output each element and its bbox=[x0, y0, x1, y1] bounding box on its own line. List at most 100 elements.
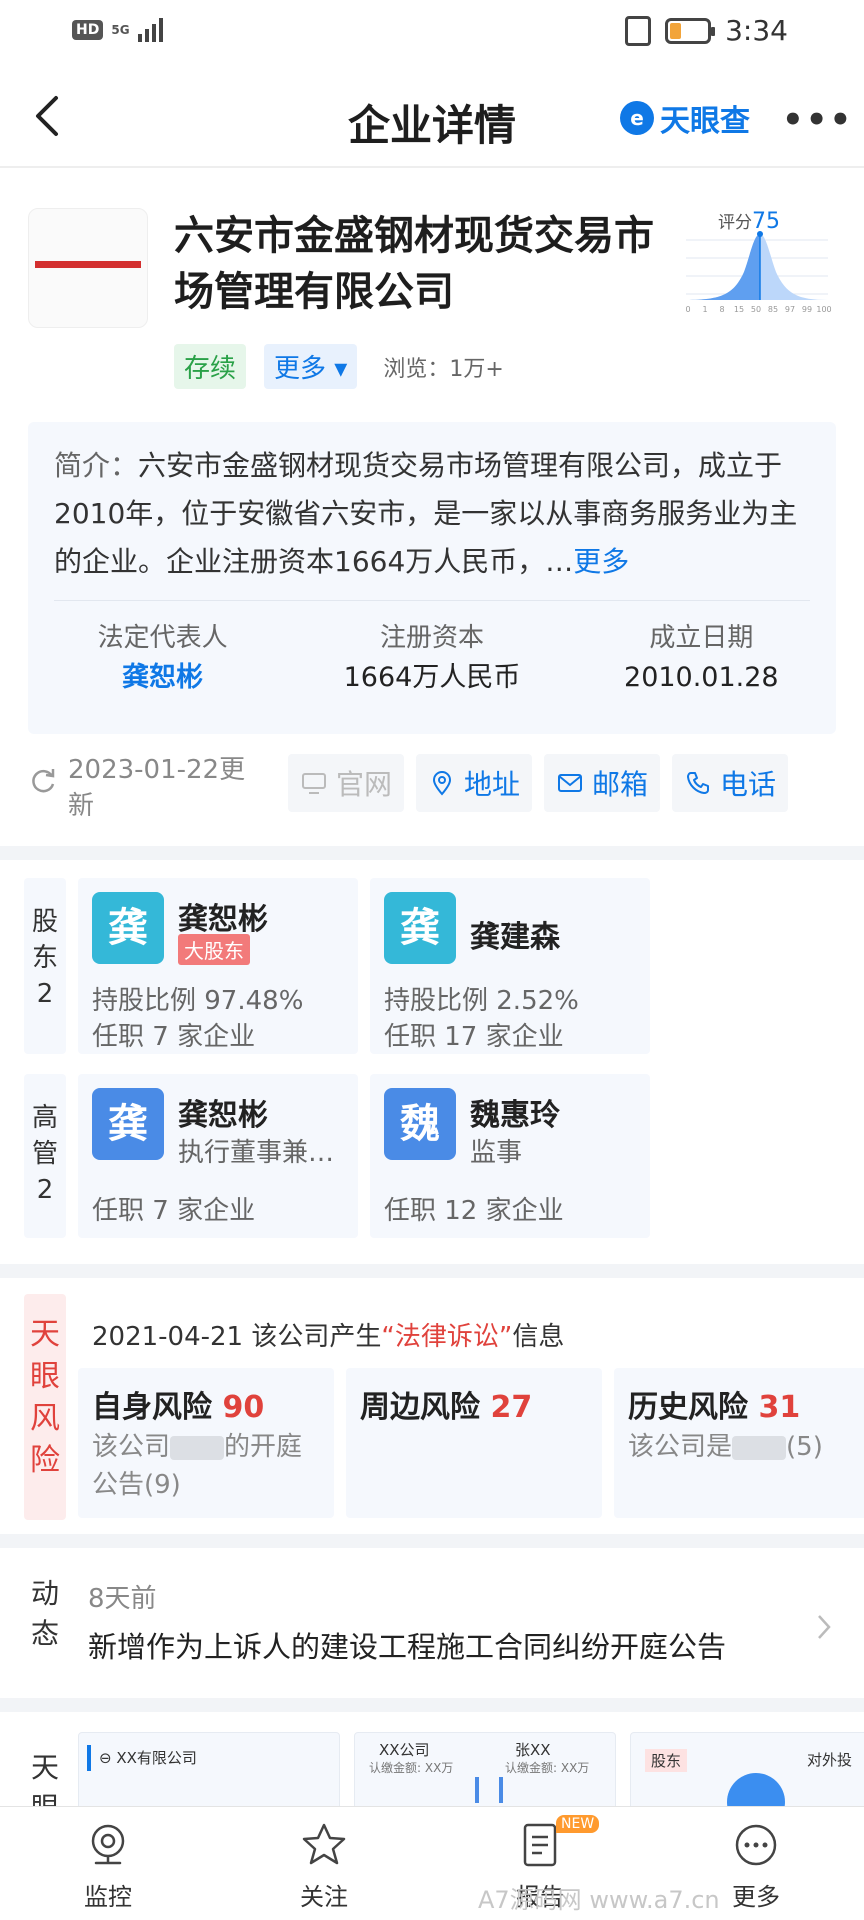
graph-label: 天眼 bbox=[30, 1751, 59, 1806]
monitor-icon bbox=[302, 773, 326, 794]
registered-capital: 注册资本 1664万人民币 bbox=[343, 623, 521, 693]
self-risk-card[interactable]: 自身风险 90 该公司 的开庭公告(9) bbox=[78, 1368, 334, 1518]
graph-card[interactable]: ⊖ XX有限公司 bbox=[78, 1732, 340, 1806]
network-type: 5G bbox=[111, 23, 130, 37]
founded-date: 成立日期 2010.01.28 bbox=[624, 623, 779, 693]
company-header: 六安市金盛钢材现货交易市场管理有限公司 评分75 0 1 8 15 50 85 … bbox=[0, 168, 864, 846]
axis-tick: 99 bbox=[802, 305, 812, 314]
axis-tick: 15 bbox=[734, 305, 744, 314]
graph-card[interactable]: XX公司 认缴金额: XX万 张XX 认缴金额: XX万 bbox=[354, 1732, 616, 1806]
score-widget[interactable]: 评分75 0 1 8 15 50 85 97 99 100 bbox=[682, 208, 832, 318]
view-count: 浏览：1万+ bbox=[383, 356, 504, 382]
intro-more-link[interactable]: 更多 bbox=[573, 545, 629, 578]
signal-icon bbox=[137, 18, 163, 42]
job-count: 任职 12 家企业 bbox=[384, 1196, 564, 1226]
job-count: 任职 7 家企业 bbox=[92, 1022, 256, 1052]
major-shareholder-badge: 大股东 bbox=[178, 934, 250, 965]
dynamics-text: 新增作为上诉人的建设工程施工合同纠纷开庭公告 bbox=[88, 1630, 727, 1664]
address-button[interactable]: 地址 bbox=[416, 754, 533, 812]
risk-label[interactable]: 天眼风险 bbox=[24, 1294, 66, 1520]
section-divider bbox=[0, 1534, 864, 1548]
shareholders-section: 股东2 龚 龚恕彬 大股东 持股比例 97.48% 任职 7 家企业 龚 龚建森… bbox=[24, 878, 840, 1058]
history-risk-card[interactable]: 历史风险 31 该公司是 (5) bbox=[614, 1368, 864, 1518]
brand: e 天眼查 bbox=[620, 96, 750, 140]
tab-follow[interactable]: 关注 bbox=[216, 1807, 432, 1920]
axis-tick: 100 bbox=[816, 305, 831, 314]
shareholder-card[interactable]: 龚 龚恕彬 大股东 持股比例 97.48% 任职 7 家企业 bbox=[78, 878, 358, 1054]
axis-tick: 0 bbox=[685, 305, 690, 314]
network-indicator: HD 5G bbox=[72, 18, 163, 42]
vibrate-icon bbox=[625, 15, 652, 46]
executive-role: 监事 bbox=[470, 1138, 523, 1168]
star-icon bbox=[302, 1823, 346, 1865]
mail-icon bbox=[558, 774, 583, 792]
email-button[interactable]: 邮箱 bbox=[544, 754, 661, 812]
status-tags: 存续 更多 ▾ 浏览：1万+ bbox=[174, 344, 504, 389]
executives-section: 高管2 龚 龚恕彬 执行董事兼… 任职 7 家企业 魏 魏惠玲 监事 任职 12… bbox=[24, 1074, 840, 1254]
graph-card[interactable]: 股东 对外投 bbox=[630, 1732, 864, 1806]
intro-text[interactable]: 简介：六安市金盛钢材现货交易市场管理有限公司，成立于2010年，位于安徽省六安市… bbox=[54, 442, 820, 586]
share-ratio: 持股比例 2.52% bbox=[384, 986, 579, 1016]
company-logo bbox=[28, 208, 148, 328]
legal-rep[interactable]: 法定代表人 龚恕彬 bbox=[28, 618, 297, 698]
phone-icon bbox=[687, 772, 710, 794]
axis-tick: 50 bbox=[751, 305, 761, 314]
nav-bar: 企业详情 e 天眼查 ••• bbox=[0, 64, 864, 168]
bottom-tab-bar: 监控 关注 NEW 报告 更多 bbox=[0, 1806, 864, 1920]
risk-section: 天眼风险 2021-04-21 该公司产生“法律诉讼”信息 自身风险 90 该公… bbox=[24, 1294, 864, 1520]
executive-card[interactable]: 龚 龚恕彬 执行董事兼… 任职 7 家企业 bbox=[78, 1074, 358, 1238]
executive-card[interactable]: 魏 魏惠玲 监事 任职 12 家企业 bbox=[370, 1074, 650, 1238]
shareholder-card[interactable]: 龚 龚建森 持股比例 2.52% 任职 17 家企业 bbox=[370, 878, 650, 1054]
legal-rep-link[interactable]: 龚恕彬 bbox=[28, 658, 297, 698]
executive-name: 魏惠玲 bbox=[470, 1098, 560, 1133]
share-ratio: 持股比例 97.48% bbox=[92, 986, 304, 1016]
key-facts: 法定代表人 龚恕彬 注册资本 1664万人民币 成立日期 2010.01.28 bbox=[28, 618, 836, 698]
executive-role: 执行董事兼… bbox=[178, 1138, 335, 1168]
more-tags-button[interactable]: 更多 ▾ bbox=[264, 344, 358, 389]
section-divider bbox=[0, 1264, 864, 1278]
brand-name: 天眼查 bbox=[660, 104, 750, 139]
axis-tick: 1 bbox=[702, 305, 707, 314]
shareholder-name: 龚恕彬 bbox=[178, 902, 268, 937]
section-divider bbox=[0, 1698, 864, 1712]
update-date: 2023-01-22更新 bbox=[68, 755, 246, 821]
status-bar: HD 5G 3:34 bbox=[0, 0, 864, 64]
risk-count: 31 bbox=[758, 1390, 801, 1425]
masked-text bbox=[170, 1435, 225, 1460]
watermark: A7源码网 www.a7.cn bbox=[478, 1886, 720, 1914]
shareholder-name: 龚建森 bbox=[470, 920, 560, 955]
more-menu-icon[interactable]: ••• bbox=[782, 100, 853, 140]
more-dots-icon bbox=[735, 1824, 777, 1866]
refresh-icon[interactable] bbox=[28, 766, 58, 796]
avatar: 龚 bbox=[92, 892, 164, 964]
avatar: 龚 bbox=[92, 1088, 164, 1160]
avatar: 魏 bbox=[384, 1088, 456, 1160]
executive-name: 龚恕彬 bbox=[178, 1098, 268, 1133]
dynamics-section[interactable]: 动态 8天前 新增作为上诉人的建设工程施工合同纠纷开庭公告 bbox=[24, 1554, 864, 1688]
brand-logo-icon: e bbox=[620, 101, 654, 135]
contact-bar: 官网 地址 邮箱 电话 bbox=[288, 754, 789, 812]
phone-button[interactable]: 电话 bbox=[672, 754, 789, 812]
masked-text bbox=[732, 1435, 787, 1460]
job-count: 任职 7 家企业 bbox=[92, 1196, 256, 1226]
new-badge: NEW bbox=[556, 1815, 600, 1833]
surrounding-risk-card[interactable]: 周边风险 27 bbox=[346, 1368, 602, 1518]
update-info[interactable]: 2023-01-22更新 bbox=[28, 752, 268, 824]
shareholders-label[interactable]: 股东2 bbox=[24, 878, 66, 1054]
dynamics-time: 8天前 bbox=[88, 1584, 157, 1614]
axis-tick: 85 bbox=[768, 305, 778, 314]
executives-label[interactable]: 高管2 bbox=[24, 1074, 66, 1238]
website-button[interactable]: 官网 bbox=[288, 754, 405, 812]
graph-section[interactable]: 天眼 ⊖ XX有限公司 XX公司 认缴金额: XX万 张XX 认缴金额: XX万… bbox=[24, 1726, 864, 1806]
battery-icon bbox=[665, 17, 716, 44]
axis-tick: 97 bbox=[785, 305, 795, 314]
monitor-camera-icon bbox=[91, 1824, 125, 1865]
score-distribution-chart: 0 1 8 15 50 85 97 99 100 bbox=[685, 231, 832, 314]
dynamics-label: 动态 bbox=[30, 1577, 59, 1650]
risk-count: 27 bbox=[490, 1390, 533, 1425]
status-badge: 存续 bbox=[174, 344, 247, 389]
company-name: 六安市金盛钢材现货交易市场管理有限公司 bbox=[174, 213, 654, 315]
risk-headline[interactable]: 2021-04-21 该公司产生“法律诉讼”信息 bbox=[92, 1316, 564, 1353]
tab-monitor[interactable]: 监控 bbox=[0, 1807, 216, 1920]
job-count: 任职 17 家企业 bbox=[384, 1022, 564, 1052]
